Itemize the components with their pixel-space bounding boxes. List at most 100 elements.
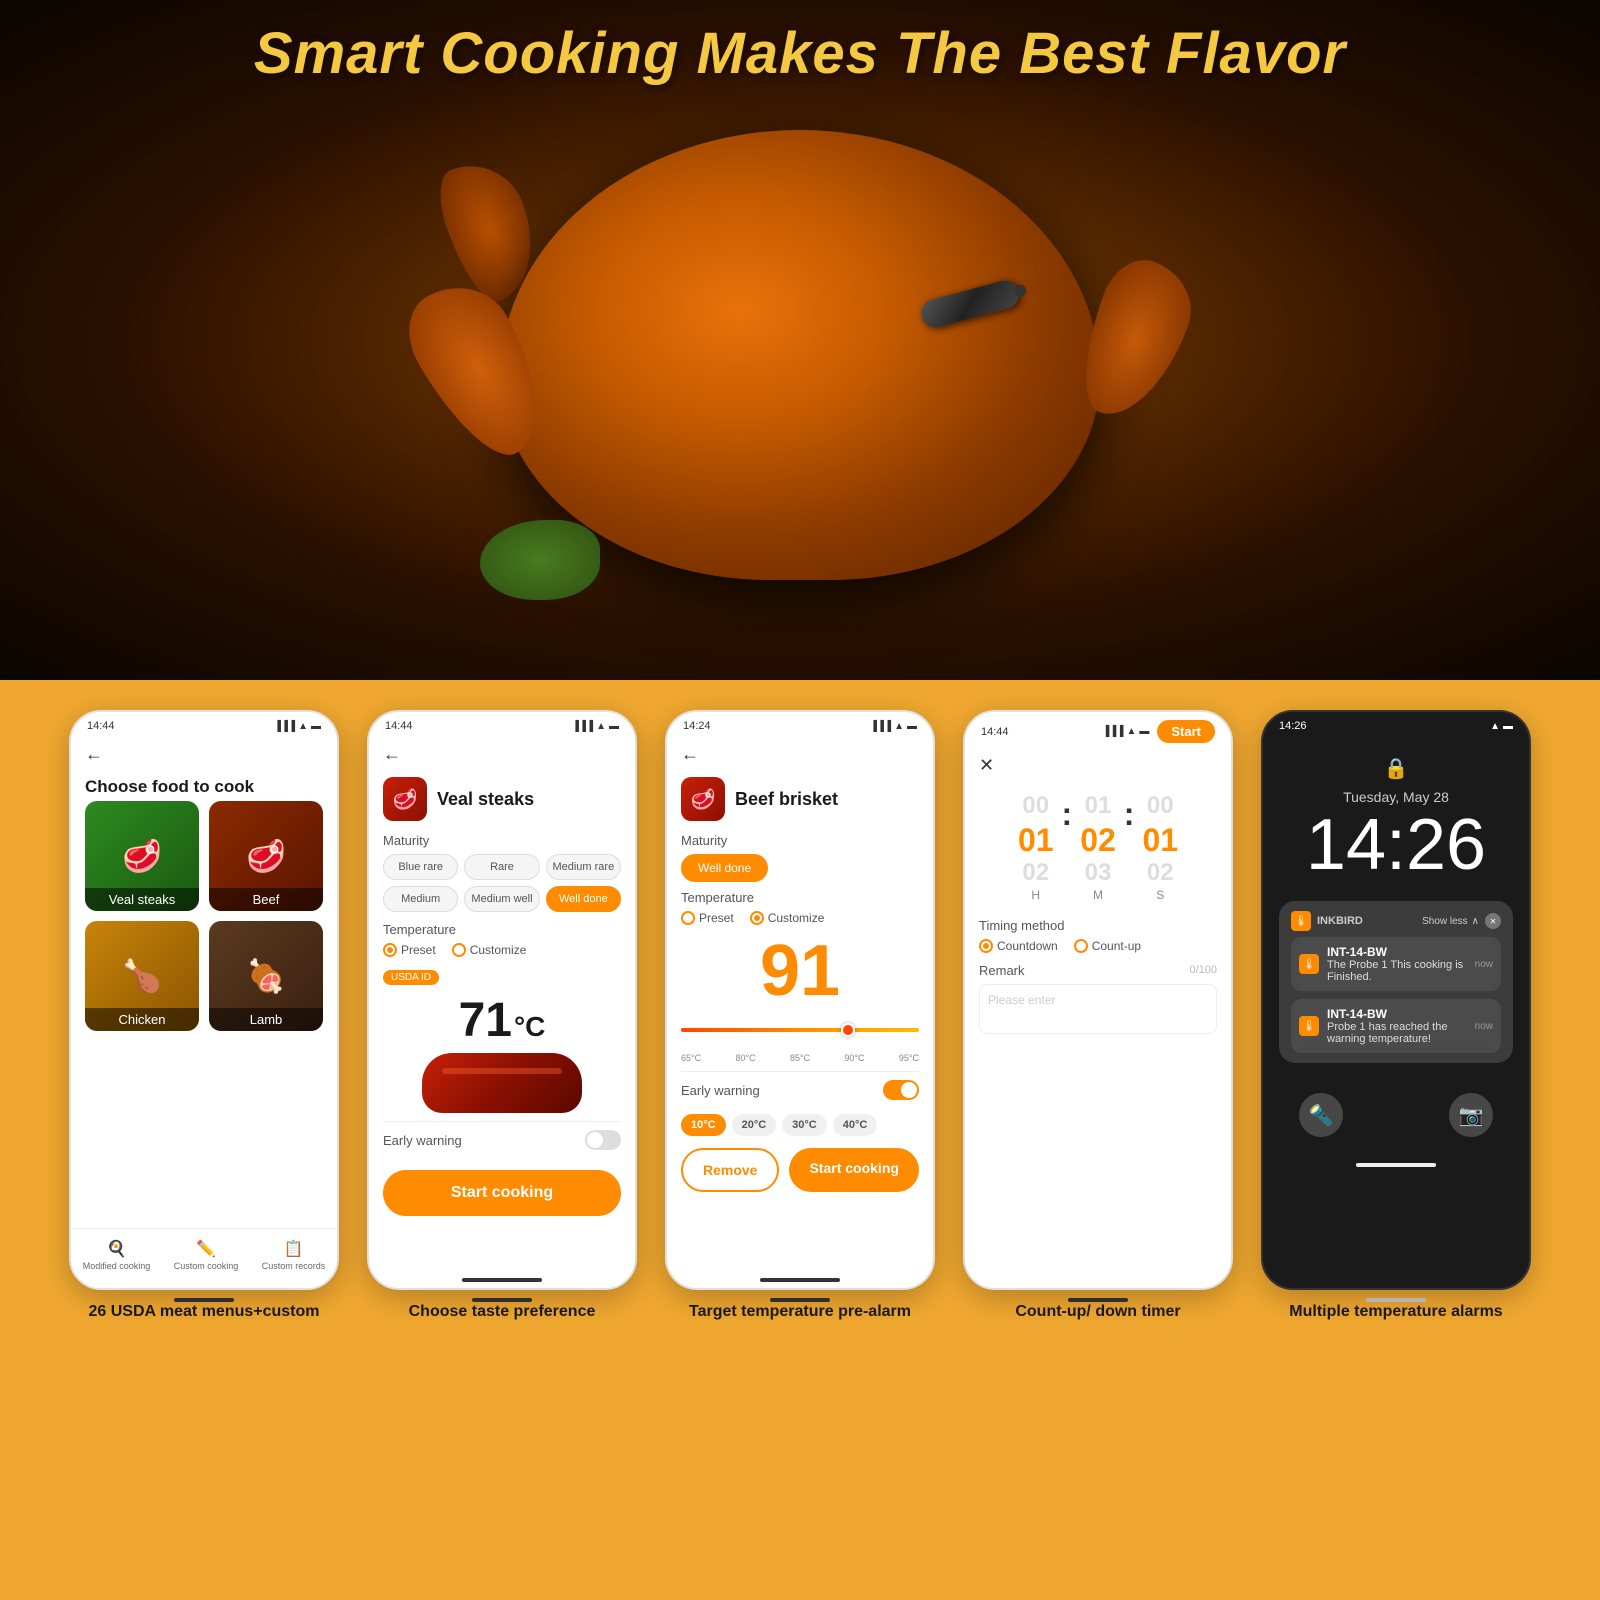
timing-method-label: Timing method (979, 918, 1217, 933)
phone1-food-grid: 🥩 Veal steaks 🥩 Beef 🍗 (85, 801, 323, 1031)
warning-temp-30[interactable]: 30°C (782, 1114, 827, 1136)
notif1-time: now (1475, 959, 1493, 970)
phone2-content: ← 🥩 Veal steaks Maturity Blue rare Rare … (369, 736, 635, 1272)
signal-icon3: ▐▐▐ (870, 721, 891, 732)
inkbird-icon: 🌡 (1291, 911, 1311, 931)
chicken-label: Chicken (85, 1008, 199, 1031)
minutes-prev: 01 (1085, 792, 1112, 821)
phone2-home-indicator (462, 1278, 542, 1282)
notif1-icon: 🌡 (1299, 954, 1319, 974)
maturity-rare[interactable]: Rare (464, 854, 539, 880)
hours-label: H (1031, 888, 1040, 902)
nav-custom-records[interactable]: 📋 Custom records (262, 1239, 326, 1271)
phone1-page-title: Choose food to cook (85, 777, 323, 797)
temp-indicator (841, 1023, 855, 1037)
countdown-option[interactable]: Countdown (979, 939, 1058, 953)
phone1-back-arrow[interactable]: ← (85, 744, 103, 765)
phone3-early-warning-toggle[interactable] (883, 1080, 919, 1100)
start-badge[interactable]: Start (1157, 720, 1215, 743)
phone3-status-bar: 14:24 ▐▐▐ ▲ ▬ (667, 712, 933, 736)
minutes-col: 01 02 03 M (1080, 792, 1116, 902)
chevron-up-icon: ∧ (1472, 916, 1479, 927)
warning-temp-10[interactable]: 10°C (681, 1114, 726, 1136)
lock-icon: 🔒 (1279, 756, 1513, 781)
phone2-start-btn[interactable]: Start cooking (383, 1170, 621, 1216)
seconds-label: S (1156, 888, 1164, 902)
remark-label: Remark (979, 963, 1025, 978)
phone2-status-bar: 14:44 ▐▐▐ ▲ ▬ (369, 712, 635, 736)
camera-btn[interactable]: 📷 (1449, 1093, 1493, 1137)
timer-display: 00 01 02 H : 01 02 03 M : (979, 792, 1217, 902)
phone1-wrapper: 14:44 ▐▐▐ ▲ ▬ ← Choose food to cook (64, 710, 344, 1390)
maturity-blue-rare[interactable]: Blue rare (383, 854, 458, 880)
notification-2: 🌡 INT-14-BW Probe 1 has reached the warn… (1291, 999, 1501, 1053)
phone5-status-icons: ▲ ▬ (1490, 721, 1513, 732)
phone3-temp-options: Preset Customize (681, 911, 919, 925)
timing-method-options: Countdown Count-up (979, 939, 1217, 953)
warning-temp-40[interactable]: 40°C (833, 1114, 878, 1136)
battery-icon5: ▬ (1503, 721, 1513, 732)
nav-modified-cooking[interactable]: 🍳 Modified cooking (83, 1239, 151, 1271)
remove-button[interactable]: Remove (681, 1148, 779, 1192)
phone3-customize-radio[interactable] (750, 911, 764, 925)
temperature-slider[interactable] (681, 1015, 919, 1045)
countup-radio[interactable] (1074, 939, 1088, 953)
food-item-beef[interactable]: 🥩 Beef (209, 801, 323, 911)
seconds-prev: 00 (1147, 792, 1174, 821)
maturity-grid-row1: Blue rare Rare Medium rare (383, 854, 621, 880)
remark-placeholder: Please enter (988, 993, 1055, 1007)
food-item-veal[interactable]: 🥩 Veal steaks (85, 801, 199, 911)
food-item-lamb[interactable]: 🍖 Lamb (209, 921, 323, 1031)
food-item-chicken[interactable]: 🍗 Chicken (85, 921, 199, 1031)
maturity-medium-well[interactable]: Medium well (464, 886, 539, 912)
notification-group: 🌡 INKBIRD Show less ∧ ✕ (1279, 901, 1513, 1063)
phone3-back-arrow[interactable]: ← (681, 744, 699, 765)
phone5-status-bar: 14:26 ▲ ▬ (1263, 712, 1529, 736)
flashlight-btn[interactable]: 🔦 (1299, 1093, 1343, 1137)
phone4-caption: Count-up/ down timer (963, 1302, 1233, 1323)
maturity-medium-rare[interactable]: Medium rare (546, 854, 621, 880)
notif2-time: now (1475, 1021, 1493, 1032)
countup-option[interactable]: Count-up (1074, 939, 1141, 953)
phone2-back-arrow[interactable]: ← (383, 744, 401, 765)
phone3-maturity-selected[interactable]: Well done (681, 854, 768, 882)
phone4-time: 14:44 (981, 726, 1009, 738)
phone3-action-row: Remove Start cooking (681, 1148, 919, 1192)
phone3-preset-radio[interactable] (681, 911, 695, 925)
phone3-preset[interactable]: Preset (681, 911, 734, 925)
phone3-customize[interactable]: Customize (750, 911, 825, 925)
maturity-section-label: Maturity (383, 833, 621, 848)
notif2-title: INT-14-BW (1327, 1007, 1467, 1021)
warning-temp-20[interactable]: 20°C (732, 1114, 777, 1136)
maturity-well-done[interactable]: Well done (546, 886, 621, 912)
notif-controls: 🌡 INKBIRD Show less ∧ ✕ (1291, 911, 1501, 931)
phone4-close[interactable]: ✕ (979, 755, 994, 776)
nav-custom-cooking[interactable]: ✏️ Custom cooking (174, 1239, 239, 1271)
timing-method-section: Timing method Countdown Count-up (979, 918, 1217, 953)
phone3-status-icons: ▐▐▐ ▲ ▬ (870, 721, 917, 732)
customize-option[interactable]: Customize (452, 943, 527, 957)
hero-section: Smart Cooking Makes The Best Flavor (0, 0, 1600, 680)
notif-close-btn[interactable]: ✕ (1485, 913, 1501, 929)
hero-title: Smart Cooking Makes The Best Flavor (0, 20, 1600, 87)
lock-time-section: Tuesday, May 28 14:26 (1279, 789, 1513, 881)
countdown-label: Countdown (997, 939, 1058, 953)
start-cooking-button[interactable]: Start cooking (789, 1148, 919, 1192)
beef-brisket-name: Beef brisket (735, 789, 838, 810)
early-warning-toggle[interactable] (585, 1130, 621, 1150)
remark-area[interactable]: Please enter (979, 984, 1217, 1034)
phone5-wrapper: 14:26 ▲ ▬ 🔒 Tuesday, May 28 14:26 (1256, 710, 1536, 1390)
preset-radio[interactable] (383, 943, 397, 957)
beef-label: Beef (209, 888, 323, 911)
customize-radio[interactable] (452, 943, 466, 957)
show-less-btn[interactable]: Show less ∧ (1422, 916, 1479, 927)
countdown-radio[interactable] (979, 939, 993, 953)
lock-date: Tuesday, May 28 (1279, 789, 1513, 805)
phone5: 14:26 ▲ ▬ 🔒 Tuesday, May 28 14:26 (1261, 710, 1531, 1290)
inkbird-app-name: INKBIRD (1317, 915, 1363, 927)
notif2-icon: 🌡 (1299, 1016, 1319, 1036)
hours-prev: 00 (1022, 792, 1049, 821)
maturity-medium[interactable]: Medium (383, 886, 458, 912)
sep1: : (1062, 796, 1073, 833)
preset-option[interactable]: Preset (383, 943, 436, 957)
